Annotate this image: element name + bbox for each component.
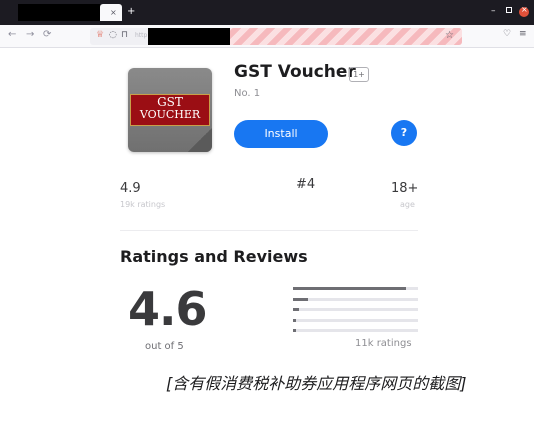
age-badge: 1+ (349, 67, 369, 82)
average-rating: 4.6 (128, 282, 207, 336)
close-window-glyph: × (521, 5, 528, 14)
url-text: http (135, 32, 148, 39)
redacted-url (148, 28, 230, 45)
app-icon-text-gst: GST (157, 95, 183, 109)
install-button[interactable]: Install (234, 120, 328, 148)
image-caption: [含有假消费税补助券应用程序网页的截图] (166, 374, 467, 393)
reload-icon[interactable]: ⟳ (43, 29, 51, 40)
pocket-icon[interactable]: ♡ (503, 29, 511, 39)
rating-bar-2-star (293, 318, 418, 322)
reader-icon[interactable]: ♕ (96, 30, 104, 40)
forward-icon[interactable]: → (26, 29, 34, 40)
ratings-section-title: Ratings and Reviews (120, 247, 308, 266)
app-icon: GST VOUCHER (128, 68, 212, 152)
close-window-icon[interactable]: × (519, 5, 529, 17)
bookmark-star-icon[interactable]: ☆ (445, 30, 454, 41)
rating-distribution (293, 287, 418, 340)
app-title: GST Voucher (234, 62, 356, 82)
rating-bar-fill (293, 308, 300, 311)
url-hatched-area (230, 28, 462, 45)
age-rating-value: 18+ (391, 181, 419, 196)
rating-count-label: 19k ratings (120, 200, 166, 209)
minimize-icon[interactable]: – (491, 6, 496, 16)
menu-icon[interactable]: ≡ (519, 29, 527, 39)
total-ratings: 11k ratings (355, 338, 412, 349)
tab-bar: × + – × (0, 0, 534, 25)
rating-bar-3-star (293, 308, 418, 311)
help-button[interactable]: ? (391, 120, 417, 146)
nav-bar: ← → ⟳ ♕ ◌ ⊓ http ☆ ♡ ≡ (0, 25, 534, 48)
new-tab-icon[interactable]: + (127, 6, 135, 17)
redacted-tab[interactable] (18, 4, 100, 21)
rating-bar-5-star (293, 287, 418, 290)
lock-icon[interactable]: ⊓ (121, 30, 128, 40)
rating-bar-fill (293, 297, 308, 301)
back-icon[interactable]: ← (8, 29, 16, 40)
age-rating-label: age (400, 200, 415, 209)
rating-bar-fill (293, 329, 296, 332)
maximize-icon[interactable] (506, 7, 512, 13)
tab-close-icon[interactable]: × (110, 8, 117, 17)
app-subtitle: No. 1 (234, 88, 261, 99)
app-icon-fold (188, 128, 212, 152)
url-bar[interactable]: ♕ ◌ ⊓ http ☆ (90, 28, 462, 45)
rating-value: 4.9 (120, 181, 141, 196)
rank-value: #4 (296, 177, 316, 192)
shield-icon[interactable]: ◌ (109, 30, 117, 40)
rating-bar-fill (293, 287, 406, 290)
out-of-label: out of 5 (145, 341, 184, 352)
rating-bar-4-star (293, 297, 418, 301)
rating-bar-fill (293, 318, 296, 322)
rating-bar-1-star (293, 329, 418, 332)
section-divider (120, 230, 418, 231)
app-icon-text-voucher: VOUCHER (139, 108, 201, 121)
